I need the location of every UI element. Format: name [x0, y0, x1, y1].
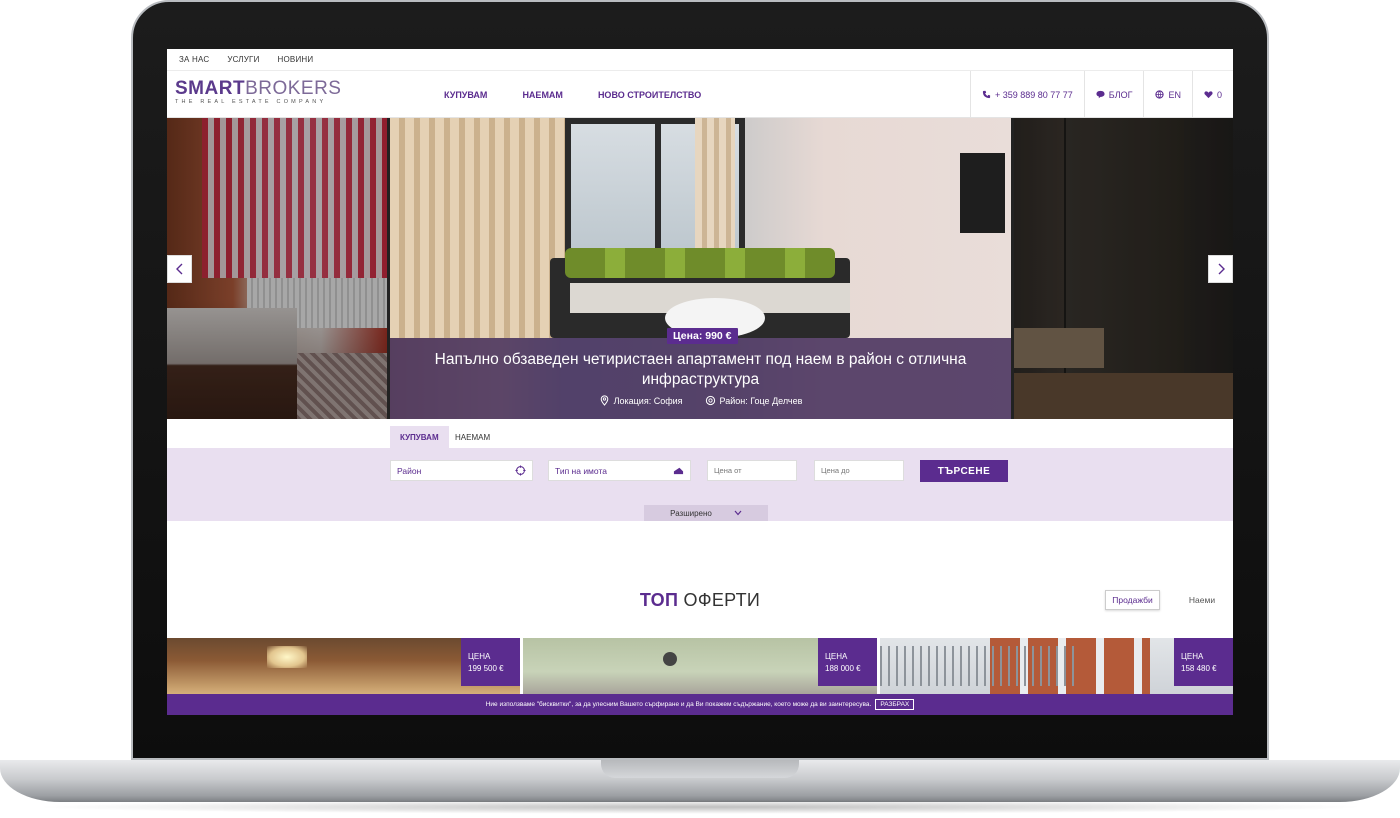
logo[interactable]: SMARTBROKERS THE REAL ESTATE COMPANY [175, 78, 341, 105]
topbar-link-services[interactable]: УСЛУГИ [227, 55, 259, 64]
search-tabs: КУПУВАМ НАЕМАМ [167, 419, 1233, 448]
header-right-nav: + 359 889 80 77 77 БЛОГ EN 0 [969, 71, 1233, 118]
blog-link[interactable]: БЛОГ [1083, 71, 1144, 118]
slider-prev-button[interactable] [167, 255, 192, 283]
chevron-right-icon [1218, 263, 1225, 275]
topbar-link-about[interactable]: ЗА НАС [179, 55, 209, 64]
laptop-shadow [30, 800, 1370, 814]
offer-card[interactable]: ЦЕНА 188 000 € [523, 638, 877, 694]
logo-tagline: THE REAL ESTATE COMPANY [175, 99, 327, 105]
offer-price-label: ЦЕНА [1181, 652, 1204, 661]
search-tab-rent[interactable]: НАЕМАМ [445, 426, 500, 448]
price-from-placeholder: Цена от [714, 466, 742, 475]
slider-next-button[interactable] [1208, 255, 1233, 283]
cookie-banner: Ние използваме "бисквитки", за да улесни… [167, 694, 1233, 715]
offer-price-tag: ЦЕНА 158 480 € [1174, 638, 1233, 686]
advanced-search-toggle[interactable]: Разширено [644, 505, 768, 521]
logo-light: BROKERS [245, 78, 342, 99]
nav-item-new-construction[interactable]: НОВО СТРОИТЕЛСТВО [598, 90, 701, 100]
phone-number: + 359 889 80 77 77 [994, 89, 1073, 100]
offer-price-tag: ЦЕНА 199 500 € [461, 638, 520, 686]
browser-screen: ЗА НАС УСЛУГИ НОВИНИ SMARTBROKERS THE RE… [167, 49, 1233, 715]
property-type-label: Тип на имота [555, 465, 607, 476]
price-from-input[interactable]: Цена от [707, 460, 797, 481]
district-select-label: Район [397, 465, 422, 476]
offer-price-value: 158 480 € [1181, 664, 1217, 673]
property-type-select[interactable]: Тип на имота [548, 460, 691, 481]
slide-district-text: Район: Гоце Делчев [719, 395, 803, 406]
offer-price-label: ЦЕНА [468, 652, 491, 661]
advanced-search-label: Разширено [670, 508, 712, 518]
target-icon [705, 395, 715, 406]
search-tab-buy[interactable]: КУПУВАМ [390, 426, 449, 448]
offer-price-value: 188 000 € [825, 664, 861, 673]
slide-location-text: Локация: София [613, 395, 683, 406]
slide-prev-image[interactable] [167, 118, 387, 419]
district-select[interactable]: Район [390, 460, 533, 481]
language-switch[interactable]: EN [1143, 71, 1192, 118]
heart-icon [1204, 91, 1213, 99]
slide-price-badge: Цена: 990 € [667, 328, 738, 344]
offer-card[interactable]: ЦЕНА 199 500 € [167, 638, 520, 694]
hero-slider: Цена: 990 € Напълно обзаведен четиристае… [167, 118, 1233, 419]
nav-item-rent[interactable]: НАЕМАМ [522, 90, 563, 100]
search-button[interactable]: ТЪРСЕНЕ [920, 460, 1008, 482]
phone-link[interactable]: + 359 889 80 77 77 [969, 71, 1084, 118]
cookie-text: Ние използваме "бисквитки", за да улесни… [485, 701, 872, 708]
chevron-down-icon [734, 510, 742, 516]
chevron-left-icon [175, 263, 182, 275]
top-offers-heading: ТОП ОФЕРТИ [167, 590, 1233, 611]
globe-icon [1155, 90, 1165, 99]
house-icon [673, 467, 684, 475]
phone-icon [982, 90, 991, 99]
top-offers-heading-light: ОФЕРТИ [683, 590, 761, 610]
offers-tab-rentals[interactable]: Наеми [1172, 590, 1232, 610]
topbar-link-news[interactable]: НОВИНИ [278, 55, 314, 64]
price-to-placeholder: Цена до [821, 466, 850, 475]
site-header: SMARTBROKERS THE REAL ESTATE COMPANY КУП… [167, 71, 1233, 118]
offer-price-value: 199 500 € [468, 664, 504, 673]
language-label: EN [1168, 89, 1181, 100]
favorites-link[interactable]: 0 [1191, 71, 1233, 118]
cookie-accept-button[interactable]: РАЗБРАХ [875, 699, 915, 710]
slide-district: Район: Гоце Делчев [705, 395, 803, 406]
offer-card[interactable]: ЦЕНА 158 480 € [880, 638, 1233, 694]
top-offers-heading-bold: ТОП [639, 590, 679, 610]
slide-meta: Локация: София Район: Гоце Делчев [390, 395, 1011, 406]
slide-next-image[interactable] [1014, 118, 1233, 419]
slide-location: Локация: София [599, 395, 683, 406]
nav-item-buy[interactable]: КУПУВАМ [444, 90, 487, 100]
blog-label: БЛОГ [1108, 89, 1133, 100]
map-pin-icon [600, 395, 608, 406]
crosshair-icon [515, 465, 526, 476]
price-to-input[interactable]: Цена до [814, 460, 904, 481]
offer-cards: ЦЕНА 199 500 € ЦЕНА 188 000 € ЦЕНА 158 4… [167, 638, 1233, 694]
laptop-notch [601, 760, 799, 778]
top-utility-bar: ЗА НАС УСЛУГИ НОВИНИ [167, 49, 1233, 71]
offers-tab-sales[interactable]: Продажби [1105, 590, 1160, 610]
offer-price-label: ЦЕНА [825, 652, 848, 661]
offer-price-tag: ЦЕНА 188 000 € [818, 638, 877, 686]
slide-title[interactable]: Напълно обзаведен четиристаен апартамент… [410, 350, 991, 390]
main-nav: КУПУВАМ НАЕМАМ НОВО СТРОИТЕЛСТВО [444, 71, 701, 118]
search-panel: Район Тип на имота Цена от Цена до ТЪРСЕ… [167, 448, 1233, 521]
logo-bold: SMART [175, 78, 246, 99]
chat-bubble-icon [1096, 90, 1105, 99]
favorites-count: 0 [1216, 89, 1222, 100]
slide-current[interactable]: Цена: 990 € Напълно обзаведен четиристае… [390, 118, 1011, 419]
